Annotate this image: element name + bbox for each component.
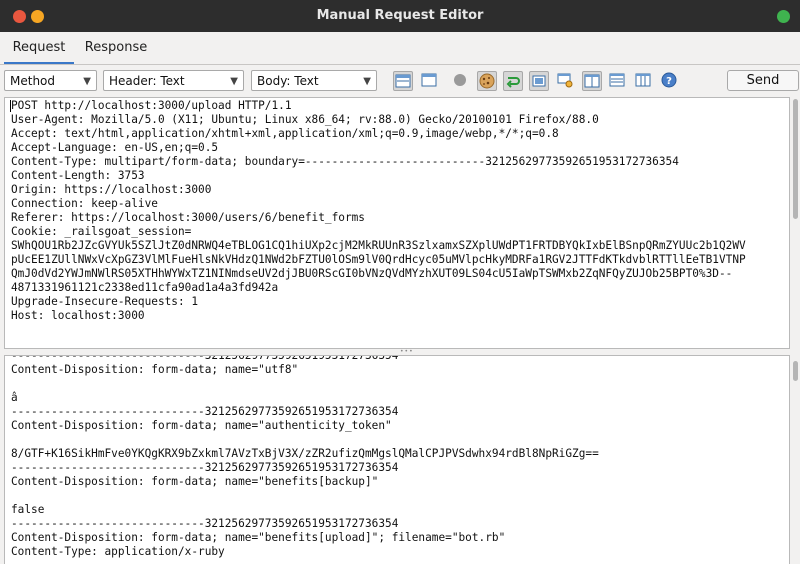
header-line: Content-Length: 3753 — [11, 169, 145, 182]
follow-redirect-icon[interactable] — [503, 71, 523, 91]
header-line: SWhQOU1Rb2JZcGVYUk5SZlJtZ0dNRWQ4eTBLOG1C… — [11, 239, 746, 252]
body-line: -----------------------------32125629773… — [11, 461, 399, 474]
split-horizontal-icon[interactable] — [393, 71, 413, 91]
body-line: Content-Type: application/x-ruby — [11, 545, 225, 558]
body-line: â — [11, 391, 18, 404]
body-line: -----------------------------32125629773… — [11, 355, 399, 362]
body-line: false — [11, 503, 45, 516]
toolbar: Method ▼ Header: Text ▼ Body: Text ▼ ? Send — [0, 65, 800, 97]
body-line: 8/GTF+K16SikHmFve0YKQgKRX9bZxkml7AVzTxBj… — [11, 447, 599, 460]
header-line: Cookie: _railsgoat_session= — [11, 225, 192, 238]
tab-bar: Request Response — [0, 32, 800, 65]
record-icon[interactable] — [451, 71, 471, 91]
request-body-text[interactable]: -----------------------------32125629773… — [5, 355, 789, 559]
layout-vertical-icon[interactable] — [634, 71, 654, 91]
method-select-value: Method — [10, 74, 56, 88]
maximize-window-button[interactable] — [777, 10, 790, 23]
body-line: Content-Disposition: form-data; name="be… — [11, 475, 379, 488]
help-icon[interactable]: ? — [660, 71, 680, 91]
cookie-icon[interactable] — [477, 71, 497, 91]
header-line: Origin: https://localhost:3000 — [11, 183, 212, 196]
body-format-select[interactable]: Body: Text ▼ — [251, 70, 377, 91]
window-title: Manual Request Editor — [316, 8, 484, 23]
split-tabs-icon[interactable] — [420, 71, 440, 91]
header-line: Upgrade-Insecure-Requests: 1 — [11, 295, 199, 308]
header-line: Host: localhost:3000 — [11, 309, 145, 322]
header-line: Content-Type: multipart/form-data; bound… — [11, 155, 679, 168]
header-scrollbar[interactable] — [791, 97, 800, 349]
header-scrollbar-thumb[interactable] — [793, 99, 798, 219]
header-line: User-Agent: Mozilla/5.0 (X11; Ubuntu; Li… — [11, 113, 599, 126]
request-body-editor[interactable]: -----------------------------32125629773… — [4, 355, 790, 564]
chevron-down-icon: ▼ — [363, 76, 371, 87]
chevron-down-icon: ▼ — [230, 76, 238, 87]
header-line: 4871331961121c2338ed11cfa90ad1a4a3fd942a — [11, 281, 279, 294]
header-line: QmJ0dVd2YWJmNWlRS05XTHhWYWxTZ1NINmdseUV2… — [11, 267, 733, 280]
text-cursor — [10, 100, 11, 112]
header-format-value: Header: Text — [109, 74, 185, 88]
send-button[interactable]: Send — [727, 70, 799, 91]
body-line: -----------------------------32125629773… — [11, 405, 399, 418]
request-header-editor[interactable]: POST http://localhost:3000/upload HTTP/1… — [4, 97, 790, 349]
header-line: pUcEE1ZUllNWxVcXpGZ3VlMlFueHlsNkVHdzQ1NW… — [11, 253, 746, 266]
body-scrollbar[interactable] — [791, 355, 800, 564]
body-line: Content-Disposition: form-data; name="au… — [11, 419, 392, 432]
certificate-icon[interactable] — [556, 71, 576, 91]
body-format-value: Body: Text — [257, 74, 319, 88]
body-line: Content-Disposition: form-data; name="ut… — [11, 363, 299, 376]
header-line: POST http://localhost:3000/upload HTTP/1… — [11, 99, 292, 112]
request-header-text[interactable]: POST http://localhost:3000/upload HTTP/1… — [5, 98, 789, 323]
body-line: Content-Disposition: form-data; name="be… — [11, 531, 506, 544]
chevron-down-icon: ▼ — [83, 76, 91, 87]
layout-sidebyside-icon[interactable] — [582, 71, 602, 91]
svg-text:?: ? — [666, 76, 672, 87]
header-line: Connection: keep-alive — [11, 197, 158, 210]
body-line: -----------------------------32125629773… — [11, 517, 399, 530]
header-format-select[interactable]: Header: Text ▼ — [103, 70, 244, 91]
layout-horizontal-icon[interactable] — [608, 71, 628, 91]
header-line: Accept-Language: en-US,en;q=0.5 — [11, 141, 219, 154]
method-select[interactable]: Method ▼ — [4, 70, 97, 91]
body-scrollbar-thumb[interactable] — [793, 361, 798, 381]
tab-request[interactable]: Request — [4, 32, 74, 64]
fit-window-icon[interactable] — [529, 71, 549, 91]
header-line: Accept: text/html,application/xhtml+xml,… — [11, 127, 559, 140]
tab-response[interactable]: Response — [80, 32, 152, 64]
title-bar: Manual Request Editor — [0, 0, 800, 32]
header-line: Referer: https://localhost:3000/users/6/… — [11, 211, 365, 224]
splitter-grip-icon: ••• — [400, 348, 414, 355]
